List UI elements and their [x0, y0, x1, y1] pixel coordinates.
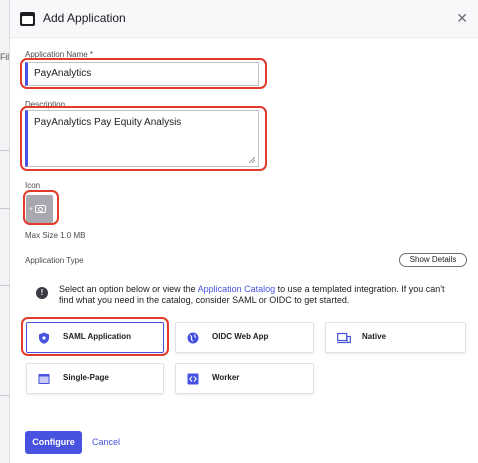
tile-label: Single-Page [63, 373, 109, 382]
icon-label: Icon [25, 181, 41, 190]
globe-icon [187, 332, 199, 344]
page: Fil Add Application ✕ Application Name *… [0, 0, 478, 463]
devices-icon [337, 332, 351, 344]
app-type-info-text: Select an option below or view the Appli… [59, 284, 461, 306]
camera-icon [35, 205, 46, 213]
tile-saml-application[interactable]: SAML Application [26, 322, 164, 353]
app-name-value: PayAnalytics [34, 68, 92, 79]
tile-native[interactable]: Native [325, 322, 466, 353]
app-name-label: Application Name * [25, 50, 94, 59]
application-catalog-link[interactable]: Application Catalog [198, 284, 276, 294]
tile-label: OIDC Web App [212, 332, 269, 341]
close-icon[interactable]: ✕ [456, 9, 468, 27]
description-label: Description [25, 100, 66, 109]
browser-window-icon [38, 374, 50, 384]
modal-title: Add Application [43, 11, 126, 25]
description-textarea[interactable]: PayAnalytics Pay Equity Analysis [25, 110, 259, 167]
background-divider [0, 208, 10, 209]
add-application-modal: Add Application ✕ Application Name * Pay… [10, 0, 478, 463]
modal-header: Add Application ✕ [10, 0, 478, 38]
description-value: PayAnalytics Pay Equity Analysis [34, 117, 182, 128]
info-icon: ! [36, 287, 48, 299]
info-text-before: Select an option below or view the [59, 284, 198, 294]
code-icon [187, 373, 199, 385]
background-partial-text: Fil [0, 52, 9, 62]
icon-upload-button[interactable]: + [26, 195, 53, 223]
tile-single-page[interactable]: Single-Page [26, 363, 164, 394]
tile-worker[interactable]: Worker [175, 363, 314, 394]
background-page-strip: Fil [0, 0, 10, 463]
resize-handle-icon[interactable] [249, 157, 255, 163]
icon-max-size: Max Size 1.0 MB [25, 231, 86, 240]
tile-label: Worker [212, 373, 240, 382]
show-details-button[interactable]: Show Details [399, 253, 467, 267]
background-divider [0, 150, 10, 151]
plus-icon: + [29, 206, 34, 213]
shield-icon [39, 332, 49, 344]
tile-oidc-web-app[interactable]: OIDC Web App [175, 322, 314, 353]
background-divider [0, 285, 10, 286]
tile-label: Native [362, 332, 387, 341]
cancel-button[interactable]: Cancel [92, 431, 120, 454]
configure-button[interactable]: Configure [25, 431, 82, 454]
application-window-icon [20, 12, 35, 26]
app-name-input[interactable]: PayAnalytics [25, 62, 259, 86]
app-type-label: Application Type [25, 256, 84, 265]
tile-label: SAML Application [63, 332, 131, 341]
background-divider [0, 395, 10, 396]
